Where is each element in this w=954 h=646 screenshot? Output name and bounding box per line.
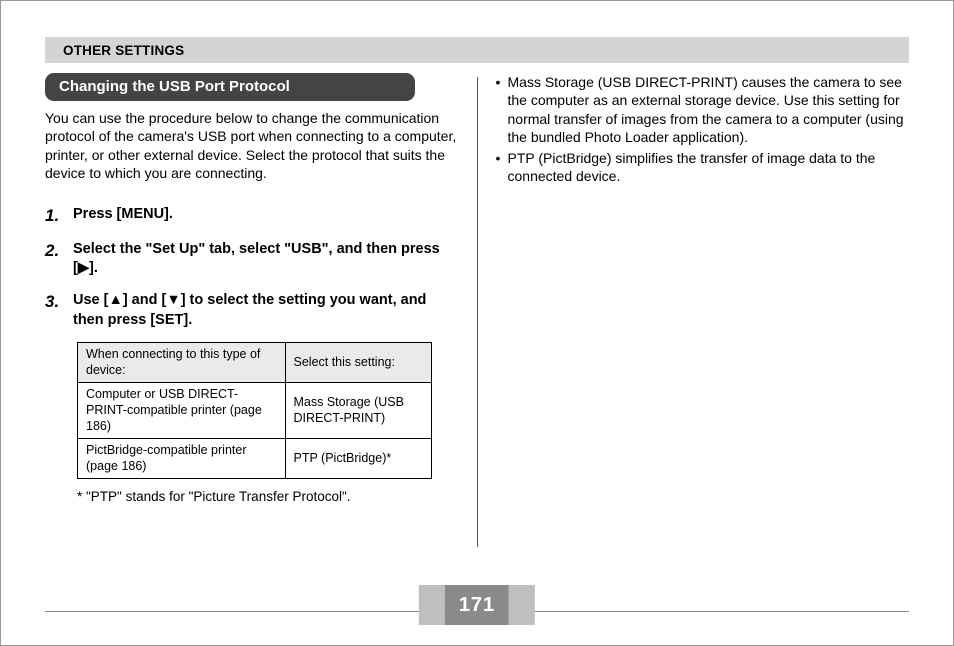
page-footer: 171 [45,585,909,625]
step-number: 2. [45,240,73,279]
up-triangle-icon: ▲ [108,292,122,308]
step-text: Press [MENU]. [73,205,173,228]
table-header-row: When connecting to this type of device: … [78,343,432,383]
intro-paragraph: You can use the procedure below to chang… [45,109,459,183]
table-cell: Mass Storage (USB DIRECT-PRINT) [285,383,432,439]
table-cell: PTP (PictBridge)* [285,439,432,479]
manual-page: OTHER SETTINGS Changing the USB Port Pro… [0,0,954,646]
table-cell: Computer or USB DIRECT-PRINT-compatible … [78,383,286,439]
table-cell: PictBridge-compatible printer (page 186) [78,439,286,479]
step-1: 1. Press [MENU]. [45,205,459,228]
step-2: 2. Select the "Set Up" tab, select "USB"… [45,240,459,279]
badge-side [419,585,445,625]
step-text-fragment: ] and [ [123,292,167,308]
section-header-bar: OTHER SETTINGS [45,37,909,63]
settings-table: When connecting to this type of device: … [77,342,432,479]
step-number: 1. [45,205,73,228]
step-3: 3. Use [▲] and [▼] to select the setting… [45,291,459,330]
table-header-cell: Select this setting: [285,343,432,383]
step-text-fragment: ]. [89,260,98,276]
table-header-cell: When connecting to this type of device: [78,343,286,383]
subsection-title-text: Changing the USB Port Protocol [59,78,290,95]
page-number: 171 [445,585,509,625]
step-text: Use [▲] and [▼] to select the setting yo… [73,291,459,330]
subsection-title: Changing the USB Port Protocol [45,73,415,101]
section-header-text: OTHER SETTINGS [63,43,184,58]
step-number: 3. [45,291,73,330]
step-text-fragment: Select the "Set Up" tab, select "USB", a… [73,241,440,277]
table-row: PictBridge-compatible printer (page 186)… [78,439,432,479]
badge-side [509,585,535,625]
bullet-list: Mass Storage (USB DIRECT-PRINT) causes t… [496,73,910,186]
step-text: Select the "Set Up" tab, select "USB", a… [73,240,459,279]
right-column: Mass Storage (USB DIRECT-PRINT) causes t… [478,73,910,547]
left-column: Changing the USB Port Protocol You can u… [45,73,477,547]
table-footnote: * "PTP" stands for "Picture Transfer Pro… [77,489,459,504]
down-triangle-icon: ▼ [166,292,180,308]
table-row: Computer or USB DIRECT-PRINT-compatible … [78,383,432,439]
list-item: Mass Storage (USB DIRECT-PRINT) causes t… [496,73,910,147]
right-triangle-icon: ▶ [78,260,89,276]
procedure-steps: 1. Press [MENU]. 2. Select the "Set Up" … [45,205,459,330]
step-text-fragment: Use [ [73,292,108,308]
two-column-layout: Changing the USB Port Protocol You can u… [45,73,909,547]
list-item: PTP (PictBridge) simplifies the transfer… [496,149,910,186]
page-number-badge: 171 [419,585,535,625]
